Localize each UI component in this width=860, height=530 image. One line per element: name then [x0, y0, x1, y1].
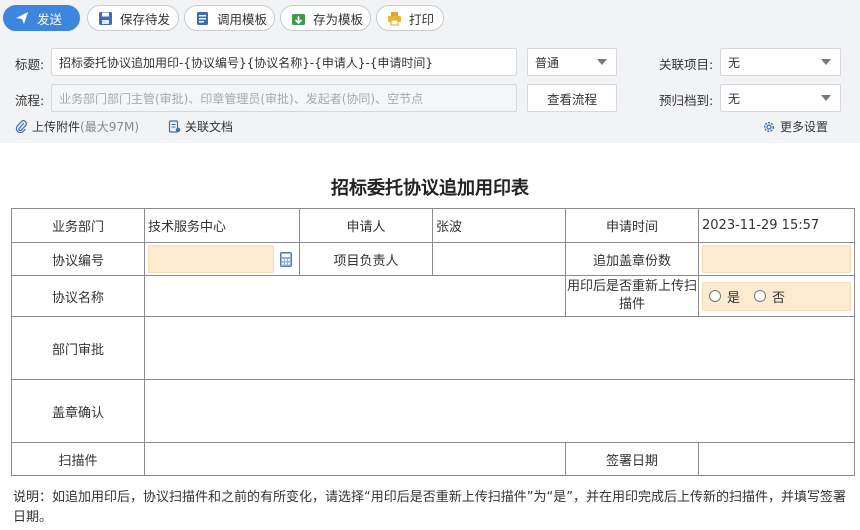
radio-no-label: 否 [772, 290, 786, 306]
calculator-icon[interactable] [280, 251, 292, 267]
scan-value[interactable] [144, 442, 566, 476]
document-link-icon [167, 120, 181, 134]
form-title: 招标委托协议追加用印表 [331, 178, 529, 199]
radio-circle-icon [709, 290, 721, 302]
sign-date-value[interactable] [698, 442, 855, 476]
paperclip-icon [14, 120, 28, 134]
instructions-note: 说明：如追加用印后，协议扫描件和之前的有所变化，请选择“用印后是否重新上传扫描件… [13, 490, 846, 525]
send-button[interactable]: 发送 [3, 5, 80, 31]
more-settings-label: 更多设置 [780, 120, 829, 134]
chevron-down-icon [821, 95, 831, 101]
reupload-cell: 是 否 [698, 275, 855, 317]
title-input[interactable]: 招标委托协议追加用印-{协议编号}{协议名称}-{申请人}-{申请时间} [51, 48, 517, 76]
priority-value: 普通 [535, 55, 560, 70]
sign-date-label: 签署日期 [565, 442, 699, 476]
dept-value: 技术服务中心 [144, 208, 300, 243]
printer-icon [387, 10, 402, 26]
priority-select[interactable]: 普通 [527, 48, 617, 76]
radio-yes-label: 是 [727, 290, 741, 306]
save-draft-label: 保存待发 [120, 11, 171, 27]
save-draft-button[interactable]: 保存待发 [87, 5, 179, 31]
scan-label: 扫描件 [11, 442, 145, 476]
radio-yes[interactable]: 是 [709, 287, 740, 306]
project-label: 关联项目: [659, 57, 714, 72]
dept-approval-label: 部门审批 [11, 316, 145, 380]
reupload-radio-group: 是 否 [702, 281, 851, 311]
extra-copies-label: 追加盖章份数 [565, 242, 699, 276]
project-lead-label: 项目负责人 [299, 242, 433, 276]
archive-label: 预归档到: [659, 93, 714, 108]
use-template-button[interactable]: 调用模板 [184, 5, 275, 31]
archive-select[interactable]: 无 [720, 84, 841, 112]
save-template-label: 存为模板 [313, 11, 364, 27]
seal-confirm-label: 盖章确认 [11, 379, 145, 443]
related-docs-link[interactable]: 关联文档 [167, 118, 233, 135]
apply-time-value: 2023-11-29 15:57 [698, 208, 855, 243]
gear-icon [762, 120, 776, 134]
send-icon [14, 10, 30, 26]
template-icon [195, 10, 210, 26]
save-template-icon [291, 10, 306, 26]
dept-label: 业务部门 [11, 208, 145, 243]
upload-attachment-link[interactable]: 上传附件 (最大97M) [14, 118, 139, 135]
project-select[interactable]: 无 [720, 48, 841, 76]
flow-input[interactable]: 业务部门部门主管(审批)、印章管理员(审批)、发起者(协同)、空节点 [51, 84, 517, 112]
applicant-value: 张波 [432, 208, 566, 243]
upload-label: 上传附件 [32, 120, 81, 134]
radio-no[interactable]: 否 [754, 287, 785, 306]
agreement-name-value[interactable] [144, 275, 566, 317]
view-flow-button[interactable]: 查看流程 [527, 84, 617, 112]
extra-copies-cell [698, 242, 855, 276]
save-template-button[interactable]: 存为模板 [280, 5, 371, 31]
dept-approval-value[interactable] [144, 316, 855, 380]
applicant-label: 申请人 [299, 208, 433, 243]
agreement-no-label: 协议编号 [11, 242, 145, 276]
agreement-name-label: 协议名称 [11, 275, 145, 317]
apply-time-label: 申请时间 [565, 208, 699, 243]
send-label: 发送 [37, 11, 63, 27]
upload-limit: (最大97M) [80, 120, 140, 134]
seal-confirm-value[interactable] [144, 379, 855, 443]
chevron-down-icon [821, 59, 831, 65]
reupload-label: 用印后是否重新上传扫描件 [565, 275, 699, 317]
title-label: 标题: [15, 57, 45, 72]
save-icon [98, 10, 113, 26]
agreement-no-input[interactable] [148, 245, 274, 273]
extra-copies-input[interactable] [702, 245, 851, 273]
more-settings-link[interactable]: 更多设置 [762, 118, 828, 135]
project-lead-value[interactable] [432, 242, 566, 276]
agreement-no-cell [144, 242, 300, 276]
flow-label: 流程: [15, 93, 45, 108]
archive-value: 无 [728, 91, 741, 106]
print-label: 打印 [409, 11, 435, 27]
radio-circle-icon [754, 290, 767, 302]
print-button[interactable]: 打印 [376, 5, 444, 31]
application-form: 业务部门 技术服务中心 申请人 张波 申请时间 2023-11-29 15:57… [11, 208, 855, 476]
use-template-label: 调用模板 [217, 11, 268, 27]
chevron-down-icon [597, 59, 607, 65]
related-docs-label: 关联文档 [185, 120, 234, 134]
project-value: 无 [728, 55, 741, 70]
